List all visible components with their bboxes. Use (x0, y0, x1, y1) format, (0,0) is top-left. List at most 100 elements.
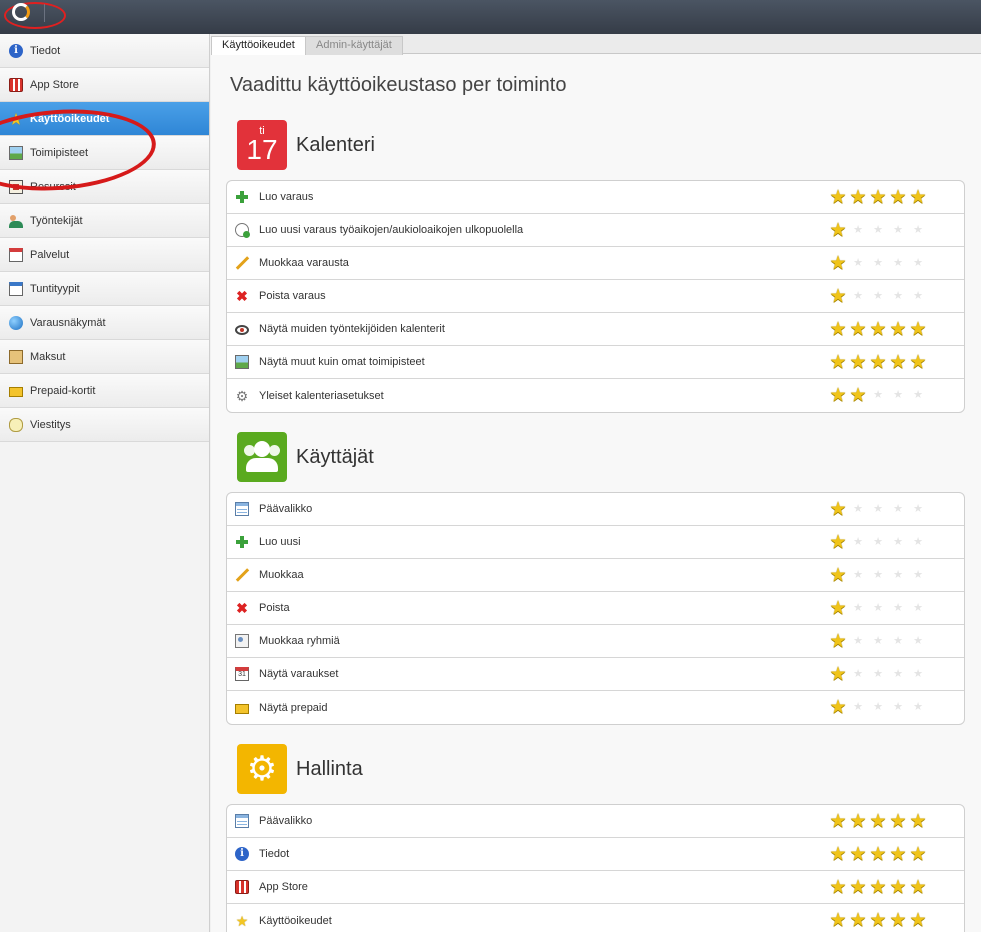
star-rating[interactable]: ★ ★ ★ ★ ★ (828, 386, 928, 406)
star-icon[interactable]: ★ (868, 500, 888, 520)
star-icon[interactable]: ★ (908, 254, 928, 274)
star-icon[interactable]: ★ (888, 632, 908, 652)
star-icon[interactable]: ★ (828, 221, 848, 241)
star-icon[interactable]: ★ (888, 254, 908, 274)
star-icon[interactable]: ★ (828, 353, 848, 373)
star-icon[interactable]: ★ (828, 566, 848, 586)
star-icon[interactable]: ★ (828, 665, 848, 685)
sidebar-item-palvelut[interactable]: Palvelut (0, 238, 209, 272)
app-logo-icon[interactable] (12, 3, 30, 21)
star-icon[interactable]: ★ (888, 221, 908, 241)
sidebar-item-toimipisteet[interactable]: Toimipisteet (0, 136, 209, 170)
star-icon[interactable]: ★ (868, 911, 888, 931)
star-icon[interactable]: ★ (868, 632, 888, 652)
star-icon[interactable]: ★ (868, 845, 888, 865)
star-rating[interactable]: ★ ★ ★ ★ ★ (828, 188, 928, 208)
star-icon[interactable]: ★ (848, 287, 868, 307)
star-icon[interactable]: ★ (828, 632, 848, 652)
star-icon[interactable]: ★ (868, 386, 888, 406)
star-icon[interactable]: ★ (868, 812, 888, 832)
star-icon[interactable]: ★ (848, 911, 868, 931)
star-icon[interactable]: ★ (908, 566, 928, 586)
star-rating[interactable]: ★ ★ ★ ★ ★ (828, 665, 928, 685)
star-icon[interactable]: ★ (868, 353, 888, 373)
star-icon[interactable]: ★ (868, 599, 888, 619)
star-icon[interactable]: ★ (848, 533, 868, 553)
star-icon[interactable]: ★ (908, 698, 928, 718)
star-icon[interactable]: ★ (888, 188, 908, 208)
star-rating[interactable]: ★ ★ ★ ★ ★ (828, 845, 928, 865)
star-icon[interactable]: ★ (848, 845, 868, 865)
star-icon[interactable]: ★ (888, 599, 908, 619)
star-rating[interactable]: ★ ★ ★ ★ ★ (828, 599, 928, 619)
star-icon[interactable]: ★ (888, 320, 908, 340)
star-rating[interactable]: ★ ★ ★ ★ ★ (828, 632, 928, 652)
star-icon[interactable]: ★ (868, 287, 888, 307)
star-icon[interactable]: ★ (908, 188, 928, 208)
star-icon[interactable]: ★ (828, 878, 848, 898)
star-icon[interactable]: ★ (908, 845, 928, 865)
star-icon[interactable]: ★ (868, 320, 888, 340)
star-icon[interactable]: ★ (828, 188, 848, 208)
star-rating[interactable]: ★ ★ ★ ★ ★ (828, 911, 928, 931)
star-icon[interactable]: ★ (848, 320, 868, 340)
star-icon[interactable]: ★ (888, 911, 908, 931)
sidebar-item-app-store[interactable]: App Store (0, 68, 209, 102)
star-icon[interactable]: ★ (848, 221, 868, 241)
star-rating[interactable]: ★ ★ ★ ★ ★ (828, 221, 928, 241)
star-rating[interactable]: ★ ★ ★ ★ ★ (828, 320, 928, 340)
star-icon[interactable]: ★ (868, 188, 888, 208)
star-rating[interactable]: ★ ★ ★ ★ ★ (828, 254, 928, 274)
star-icon[interactable]: ★ (888, 845, 908, 865)
sidebar-item-tiedot[interactable]: i Tiedot (0, 34, 209, 68)
star-icon[interactable]: ★ (908, 632, 928, 652)
star-icon[interactable]: ★ (868, 254, 888, 274)
star-icon[interactable]: ★ (868, 221, 888, 241)
sidebar-item-tuntityypit[interactable]: Tuntityypit (0, 272, 209, 306)
sidebar-item-resurssit[interactable]: Resurssit (0, 170, 209, 204)
tab-admin-kayttajat[interactable]: Admin-käyttäjät (305, 36, 403, 55)
star-icon[interactable]: ★ (848, 698, 868, 718)
star-icon[interactable]: ★ (848, 566, 868, 586)
star-icon[interactable]: ★ (908, 812, 928, 832)
star-icon[interactable]: ★ (908, 878, 928, 898)
star-icon[interactable]: ★ (908, 221, 928, 241)
star-icon[interactable]: ★ (888, 533, 908, 553)
star-rating[interactable]: ★ ★ ★ ★ ★ (828, 698, 928, 718)
star-icon[interactable]: ★ (828, 845, 848, 865)
sidebar-item-kayttooikeudet[interactable]: ★ Käyttöoikeudet (0, 102, 209, 136)
tab-kayttooikeudet[interactable]: Käyttöoikeudet (211, 36, 306, 55)
star-rating[interactable]: ★ ★ ★ ★ ★ (828, 353, 928, 373)
star-icon[interactable]: ★ (828, 698, 848, 718)
star-icon[interactable]: ★ (908, 533, 928, 553)
star-icon[interactable]: ★ (848, 812, 868, 832)
sidebar-item-maksut[interactable]: Maksut (0, 340, 209, 374)
star-rating[interactable]: ★ ★ ★ ★ ★ (828, 878, 928, 898)
star-icon[interactable]: ★ (868, 533, 888, 553)
star-icon[interactable]: ★ (868, 878, 888, 898)
star-icon[interactable]: ★ (908, 911, 928, 931)
star-rating[interactable]: ★ ★ ★ ★ ★ (828, 500, 928, 520)
star-icon[interactable]: ★ (848, 599, 868, 619)
star-icon[interactable]: ★ (908, 287, 928, 307)
star-icon[interactable]: ★ (828, 386, 848, 406)
star-icon[interactable]: ★ (888, 500, 908, 520)
star-icon[interactable]: ★ (848, 500, 868, 520)
star-rating[interactable]: ★ ★ ★ ★ ★ (828, 566, 928, 586)
star-icon[interactable]: ★ (888, 665, 908, 685)
sidebar-item-prepaid-kortit[interactable]: Prepaid-kortit (0, 374, 209, 408)
sidebar-item-varausnakymat[interactable]: Varausnäkymät (0, 306, 209, 340)
star-icon[interactable]: ★ (888, 353, 908, 373)
star-icon[interactable]: ★ (828, 812, 848, 832)
star-icon[interactable]: ★ (908, 320, 928, 340)
star-rating[interactable]: ★ ★ ★ ★ ★ (828, 287, 928, 307)
star-icon[interactable]: ★ (828, 533, 848, 553)
star-icon[interactable]: ★ (848, 386, 868, 406)
star-icon[interactable]: ★ (908, 386, 928, 406)
star-icon[interactable]: ★ (908, 500, 928, 520)
star-icon[interactable]: ★ (888, 386, 908, 406)
star-icon[interactable]: ★ (848, 353, 868, 373)
star-icon[interactable]: ★ (828, 500, 848, 520)
star-icon[interactable]: ★ (888, 698, 908, 718)
star-icon[interactable]: ★ (908, 599, 928, 619)
